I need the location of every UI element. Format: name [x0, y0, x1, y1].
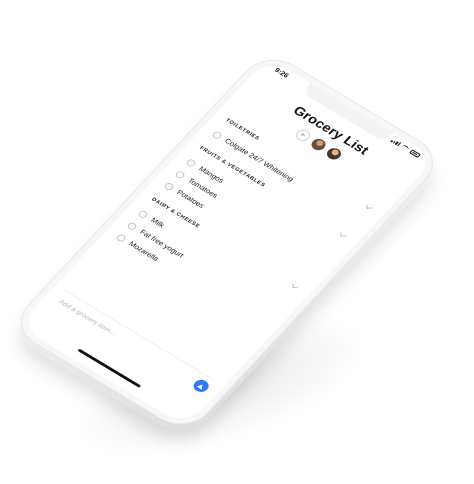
- battery-icon: [409, 149, 421, 159]
- avatar[interactable]: [308, 136, 328, 153]
- avatar[interactable]: [323, 145, 344, 162]
- product-shot: 9:26 Grocery List + TOILETRIES Colgate 2…: [0, 0, 474, 484]
- item-checkbox[interactable]: [163, 181, 176, 192]
- item-checkbox[interactable]: [185, 157, 198, 168]
- add-collaborator-button[interactable]: +: [292, 127, 313, 143]
- item-checkbox[interactable]: [126, 221, 139, 231]
- chevron-down-icon[interactable]: [366, 203, 373, 209]
- chevron-down-icon[interactable]: [340, 231, 347, 237]
- status-icons: [390, 138, 421, 159]
- arrow-up-icon: [196, 382, 206, 390]
- status-time: 9:26: [273, 67, 290, 80]
- chevron-down-icon[interactable]: [292, 283, 299, 289]
- item-checkbox[interactable]: [137, 209, 150, 219]
- item-checkbox[interactable]: [174, 169, 187, 180]
- signal-icon: [390, 138, 402, 147]
- item-checkbox[interactable]: [115, 232, 128, 243]
- wifi-icon: [400, 144, 410, 152]
- item-checkbox[interactable]: [211, 129, 224, 140]
